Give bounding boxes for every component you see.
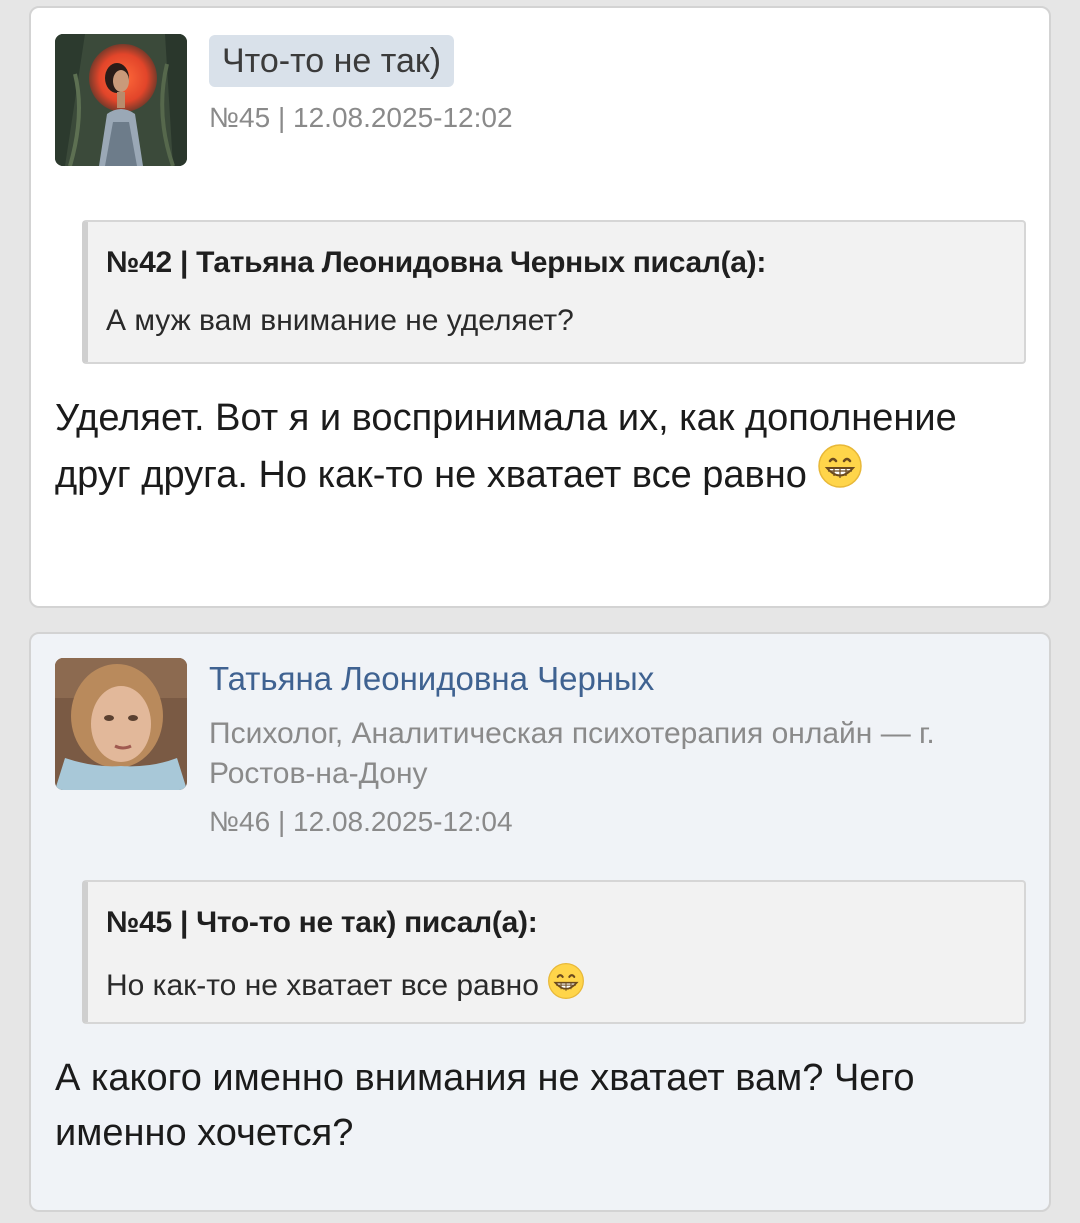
post-meta: №46 | 12.08.2025-12:04 [209,806,513,837]
post-card-45: Что-то не так) №45 | 12.08.2025-12:02 №4… [29,6,1051,608]
post-body: Уделяет. Вот я и воспринимала их, как до… [55,391,1035,508]
quote-text: Но как-то не хватает все равно [106,962,585,1010]
author-role: Психолог, Аналитическая психотерапия онл… [209,717,935,790]
author-avatar[interactable] [55,658,187,790]
quote-header: №42 | Татьяна Леонидовна Черных писал(а)… [106,246,767,279]
post-body: А какого именно внимания не хватает вам?… [55,1057,915,1154]
grinning-face-icon [817,443,863,505]
post-card-46: Татьяна Леонидовна Черных Психолог, Анал… [29,632,1051,1212]
user-avatar[interactable] [55,34,187,166]
quote-text-content: Но как-то не хватает все равно [106,968,539,1002]
quote-block: №42 | Татьяна Леонидовна Черных писал(а)… [82,220,1026,364]
post-username-link[interactable]: Что-то не так) [209,35,455,87]
quote-header: №45 | Что-то не так) писал(а): [106,906,538,939]
grinning-face-icon [547,962,585,1008]
quote-text: А муж вам внимание не уделяет? [106,304,574,337]
author-name-link[interactable]: Татьяна Леонидовна Черных [209,660,654,698]
quote-block: №45 | Что-то не так) писал(а): Но как-то… [82,880,1026,1024]
post-meta: №45 | 12.08.2025-12:02 [209,102,513,133]
